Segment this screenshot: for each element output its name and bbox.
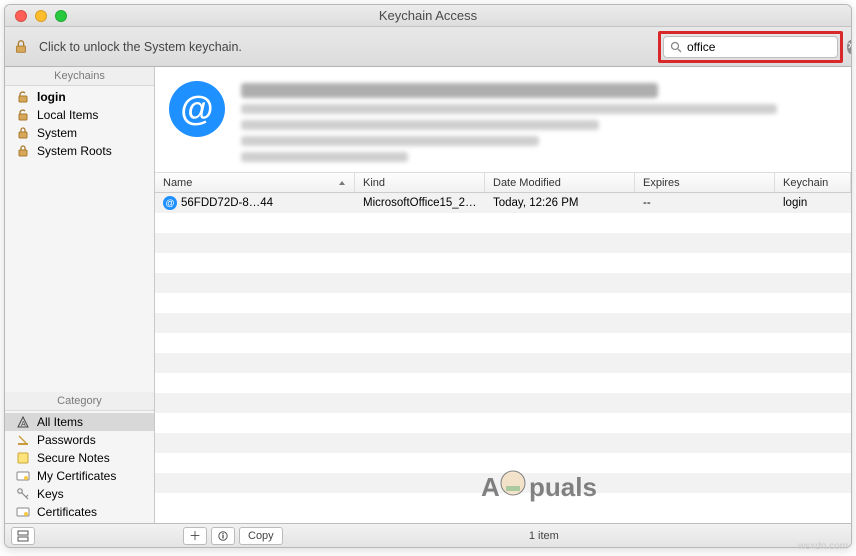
notes-icon <box>15 451 31 465</box>
category-label: Certificates <box>37 505 97 519</box>
column-header-keychain[interactable]: Keychain <box>775 173 851 192</box>
unlocked-icon <box>15 108 31 122</box>
cell-keychain: login <box>775 197 851 209</box>
keychain-label: Local Items <box>37 108 98 122</box>
toolbar: Click to unlock the System keychain. ✕ <box>5 27 851 67</box>
locked-icon <box>15 126 31 140</box>
cell-name: @ 56FDD72D-8…44 <box>155 196 355 210</box>
category-secure-notes[interactable]: Secure Notes <box>5 449 154 467</box>
keychain-access-window: Keychain Access Click to unlock the Syst… <box>4 4 852 548</box>
category-label: Keys <box>37 487 64 501</box>
svg-text:A: A <box>481 472 500 502</box>
info-button[interactable] <box>211 527 235 545</box>
category-my-certificates[interactable]: My Certificates <box>5 467 154 485</box>
table-row[interactable]: @ 56FDD72D-8…44 MicrosoftOffice15_2… Tod… <box>155 193 851 213</box>
titlebar: Keychain Access <box>5 5 851 27</box>
clear-search-button[interactable]: ✕ <box>847 40 852 54</box>
cell-kind: MicrosoftOffice15_2… <box>355 197 485 209</box>
source-watermark: wsxdn.com <box>798 541 848 552</box>
category-label: All Items <box>37 415 83 429</box>
statusbar: ＋ Copy 1 item <box>5 523 851 547</box>
all-items-icon: A <box>15 415 31 429</box>
category-header: Category <box>5 392 154 411</box>
zoom-window-button[interactable] <box>55 10 67 22</box>
cell-date-modified: Today, 12:26 PM <box>485 197 635 209</box>
keychain-local-items[interactable]: Local Items <box>5 106 154 124</box>
cell-expires: -- <box>635 197 775 209</box>
keychain-label: System Roots <box>37 144 112 158</box>
minimize-window-button[interactable] <box>35 10 47 22</box>
close-window-button[interactable] <box>15 10 27 22</box>
keychain-label: login <box>37 90 66 104</box>
column-header-expires[interactable]: Expires <box>635 173 775 192</box>
search-field[interactable]: ✕ <box>663 36 838 58</box>
at-sign-icon: @ <box>169 81 225 137</box>
category-keys[interactable]: Keys <box>5 485 154 503</box>
table-header: Name Kind Date Modified Expires Keychain <box>155 173 851 193</box>
category-label: Secure Notes <box>37 451 110 465</box>
keychain-label: System <box>37 126 77 140</box>
column-header-name[interactable]: Name <box>155 173 355 192</box>
copy-button[interactable]: Copy <box>239 527 283 545</box>
toggle-view-button[interactable] <box>11 527 35 545</box>
search-icon <box>670 41 682 53</box>
category-label: Passwords <box>37 433 96 447</box>
certificate-icon <box>15 505 31 519</box>
item-count: 1 item <box>287 530 801 542</box>
search-input[interactable] <box>687 40 842 54</box>
unlock-message: Click to unlock the System keychain. <box>39 40 242 54</box>
sort-asc-icon <box>338 179 346 187</box>
keys-icon <box>15 487 31 501</box>
svg-text:puals: puals <box>529 472 597 502</box>
category-passwords[interactable]: Passwords <box>5 431 154 449</box>
keychain-system[interactable]: System <box>5 124 154 142</box>
certificate-icon <box>15 469 31 483</box>
lock-icon <box>13 38 29 56</box>
keychain-system-roots[interactable]: System Roots <box>5 142 154 160</box>
passwords-icon <box>15 433 31 447</box>
item-detail-pane: @ <box>155 67 851 173</box>
sidebar: Keychains login Local Items <box>5 67 155 523</box>
unlock-system-keychain[interactable]: Click to unlock the System keychain. <box>13 38 650 56</box>
unlocked-icon <box>15 90 31 104</box>
content-pane: @ Name Kind Date Modified <box>155 67 851 523</box>
category-all-items[interactable]: A All Items <box>5 413 154 431</box>
at-sign-icon: @ <box>163 196 177 210</box>
main-content: Keychains login Local Items <box>5 67 851 523</box>
column-header-date-modified[interactable]: Date Modified <box>485 173 635 192</box>
keychains-header: Keychains <box>5 67 154 86</box>
keychain-login[interactable]: login <box>5 88 154 106</box>
search-highlight: ✕ <box>658 31 843 63</box>
category-label: My Certificates <box>37 469 116 483</box>
window-title: Keychain Access <box>5 8 851 23</box>
locked-icon <box>15 144 31 158</box>
traffic-lights <box>5 10 67 22</box>
appuals-watermark: A puals <box>481 466 621 506</box>
item-detail-blurred <box>241 81 837 162</box>
column-header-kind[interactable]: Kind <box>355 173 485 192</box>
category-certificates[interactable]: Certificates <box>5 503 154 521</box>
add-item-button[interactable]: ＋ <box>183 527 207 545</box>
svg-text:A: A <box>21 421 26 428</box>
